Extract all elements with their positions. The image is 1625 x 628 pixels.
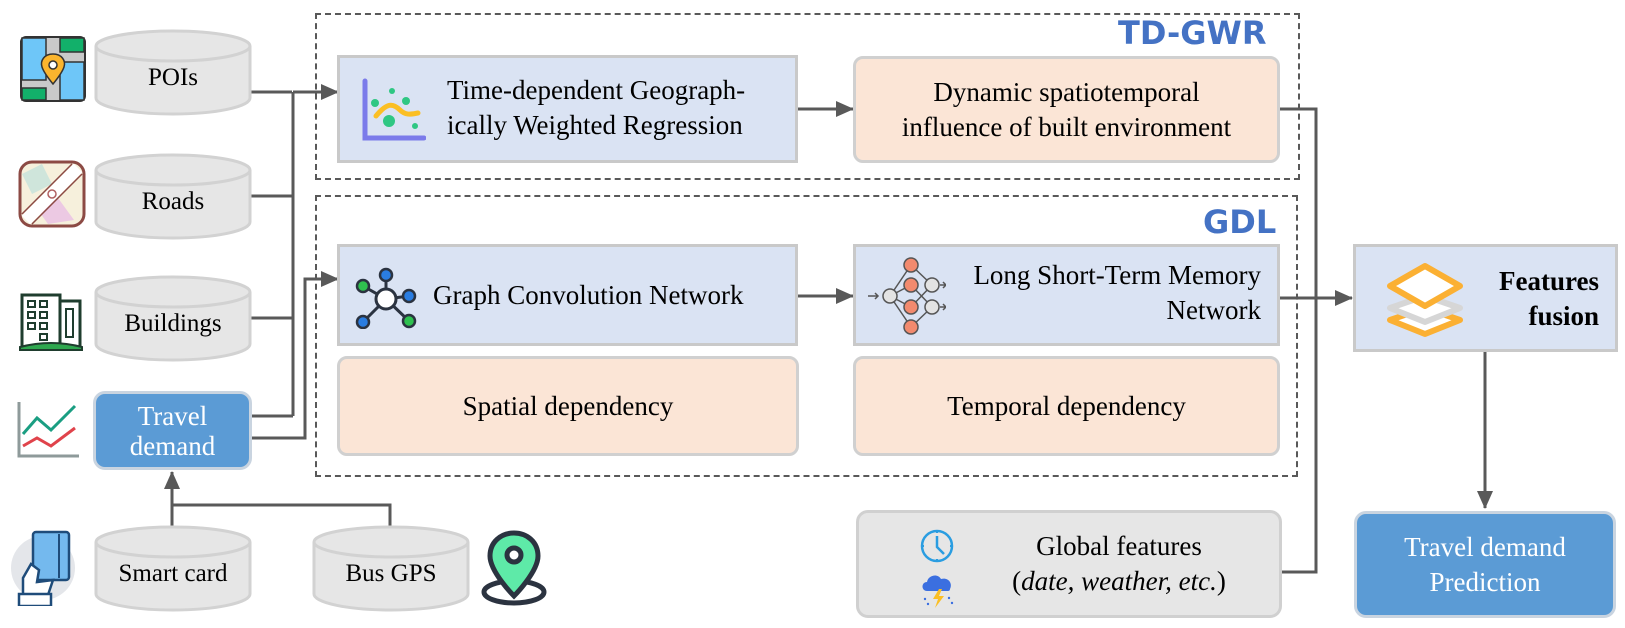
- smart-card-hand-icon: [11, 530, 75, 606]
- buildings-database: Buildings: [93, 274, 253, 362]
- smart-card-label: Smart card: [118, 560, 228, 587]
- pois-database: POIs: [93, 28, 253, 116]
- road-map-icon: [18, 160, 86, 228]
- scatter-regression-icon: [362, 78, 426, 141]
- tdgwr-model-box: Time-dependent Geograph- ically Weighted…: [337, 55, 798, 163]
- tdgwr-model-line2: ically Weighted Regression: [447, 110, 743, 140]
- dynamic-influence-line1: Dynamic spatiotemporal: [933, 76, 1200, 107]
- buildings-icon: [19, 293, 83, 351]
- roads-database: Roads: [93, 152, 253, 240]
- spatial-dependency-box: Spatial dependency: [337, 356, 799, 456]
- features-fusion-line2: fusion: [1528, 301, 1599, 331]
- buildings-label: Buildings: [124, 310, 222, 337]
- global-features-examples: date, weather, etc.: [1021, 566, 1217, 596]
- neural-network-icon: [868, 257, 946, 335]
- travel-demand-line1: Travel: [137, 400, 208, 431]
- line-chart-icon: [17, 402, 79, 458]
- dynamic-influence-box: Dynamic spatiotemporal influence of buil…: [853, 56, 1280, 163]
- global-features-paren-close: ): [1216, 566, 1226, 596]
- clock-icon: [920, 529, 954, 563]
- features-fusion-box: Features fusion: [1353, 244, 1618, 352]
- roads-label: Roads: [141, 188, 205, 215]
- features-fusion-line1: Features: [1499, 266, 1599, 296]
- tdgwr-model-line1: Time-dependent Geograph-: [447, 75, 746, 105]
- storm-cloud-icon: [922, 575, 954, 608]
- layers-icon: [1387, 263, 1463, 337]
- global-features-line1: Global features: [1036, 531, 1202, 561]
- prediction-box: Travel demand Prediction: [1354, 511, 1616, 618]
- travel-demand-line2: demand: [129, 430, 216, 461]
- tdgwr-group-title: TD-GWR: [1118, 14, 1267, 52]
- temporal-dependency-box: Temporal dependency: [853, 356, 1280, 456]
- gcn-box: Graph Convolution Network: [337, 244, 798, 346]
- gcn-label: Graph Convolution Network: [433, 280, 744, 310]
- bus-gps-label: Bus GPS: [345, 560, 437, 587]
- lstm-box: Long Short-Term Memory Network: [853, 244, 1280, 346]
- global-features-paren-open: (: [1012, 566, 1022, 596]
- travel-demand-input: Travel demand: [93, 391, 252, 470]
- location-pin-icon: [481, 530, 547, 606]
- smart-card-database: Smart card: [93, 524, 253, 612]
- dynamic-influence-line2: influence of built environment: [901, 111, 1232, 142]
- bus-gps-database: Bus GPS: [311, 524, 471, 612]
- graph-network-icon: [355, 267, 417, 329]
- lstm-line2: Network: [1166, 295, 1261, 325]
- lstm-line1: Long Short-Term Memory: [973, 260, 1261, 290]
- prediction-line1: Travel demand: [1404, 531, 1566, 562]
- gdl-group-title: GDL: [1203, 203, 1277, 241]
- global-features-line2: (date, weather, etc.): [969, 564, 1269, 599]
- spatial-dependency-label: Spatial dependency: [462, 390, 674, 421]
- prediction-line2: Prediction: [1429, 566, 1541, 597]
- global-features-box: Global features (date, weather, etc.): [856, 510, 1282, 618]
- pois-label: POIs: [147, 64, 198, 91]
- temporal-dependency-label: Temporal dependency: [947, 390, 1186, 421]
- map-pin-icon: [20, 36, 86, 102]
